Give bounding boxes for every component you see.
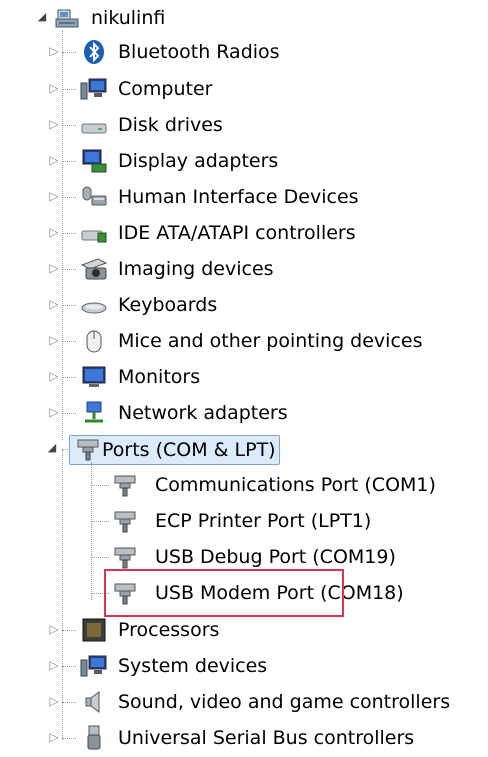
expand-arrow-icon[interactable]: ▷ — [47, 658, 61, 672]
port-icon — [111, 471, 139, 499]
ide-controller-icon — [80, 219, 108, 247]
ports-label: Ports (COM & LPT) — [102, 439, 276, 461]
tree-item-bluetooth[interactable]: ▷ Bluetooth Radios — [0, 34, 488, 70]
expand-arrow-icon[interactable]: ▷ — [47, 153, 61, 167]
tree-item-mice[interactable]: ▷ Mice and other pointing devices — [0, 323, 488, 359]
expand-arrow-icon[interactable]: ▷ — [47, 261, 61, 275]
expand-arrow-icon[interactable]: ▷ — [47, 297, 61, 311]
tree-item-hid[interactable]: ▷ Human Interface Devices — [0, 179, 488, 215]
expand-arrow-icon[interactable]: ▷ — [47, 405, 61, 419]
port-icon — [111, 507, 139, 535]
tree-item-usb-controllers[interactable]: ▷ Universal Serial Bus controllers — [0, 720, 488, 756]
highlight-box — [104, 569, 344, 617]
expand-arrow-icon[interactable]: ▷ — [47, 369, 61, 383]
expand-arrow-icon[interactable]: ▷ — [47, 44, 61, 58]
computer-icon — [53, 4, 81, 32]
tree-root[interactable]: ◢ nikulinfi — [0, 0, 488, 36]
mouse-icon — [80, 327, 108, 355]
expand-arrow-icon[interactable]: ▷ — [47, 117, 61, 131]
tree-item-com1[interactable]: Communications Port (COM1) — [0, 467, 488, 503]
monitor-icon — [80, 363, 108, 391]
tree-item-display-adapters[interactable]: ▷ Display adapters — [0, 143, 488, 179]
disk-drive-icon — [80, 111, 108, 139]
tree-item-monitors[interactable]: ▷ Monitors — [0, 359, 488, 395]
system-device-icon — [80, 652, 108, 680]
expand-arrow-icon[interactable]: ▷ — [47, 81, 61, 95]
camera-icon — [80, 255, 108, 283]
collapse-arrow-icon[interactable]: ◢ — [35, 10, 49, 24]
tree-item-keyboards[interactable]: ▷ Keyboards — [0, 287, 488, 323]
tree-item-computer[interactable]: ▷ Computer — [0, 71, 488, 107]
device-tree: ◢ nikulinfi ▷ Bluetooth Radios ▷ Compute… — [0, 0, 488, 753]
tree-item-processors[interactable]: ▷ Processors — [0, 612, 488, 648]
network-icon — [80, 399, 108, 427]
expand-arrow-icon[interactable]: ▷ — [47, 694, 61, 708]
computer-icon — [80, 75, 108, 103]
tree-item-ports[interactable]: ◢ Ports (COM & LPT) — [0, 431, 488, 467]
port-icon — [111, 543, 139, 571]
expand-arrow-icon[interactable]: ▷ — [47, 622, 61, 636]
expand-arrow-icon[interactable]: ▷ — [47, 333, 61, 347]
tree-item-lpt1[interactable]: ECP Printer Port (LPT1) — [0, 503, 488, 539]
tree-item-system-devices[interactable]: ▷ System devices — [0, 648, 488, 684]
tree-item-disk-drives[interactable]: ▷ Disk drives — [0, 107, 488, 143]
processor-icon — [80, 616, 108, 644]
tree-item-imaging[interactable]: ▷ Imaging devices — [0, 251, 488, 287]
tree-item-ide[interactable]: ▷ IDE ATA/ATAPI controllers — [0, 215, 488, 251]
tree-item-network[interactable]: ▷ Network adapters — [0, 395, 488, 431]
port-icon — [74, 435, 102, 463]
display-adapter-icon — [80, 147, 108, 175]
tree-item-sound[interactable]: ▷ Sound, video and game controllers — [0, 684, 488, 720]
hid-icon — [80, 183, 108, 211]
expand-arrow-icon[interactable]: ▷ — [47, 225, 61, 239]
expand-arrow-icon[interactable]: ▷ — [47, 730, 61, 744]
keyboard-icon — [80, 291, 108, 319]
speaker-icon — [80, 688, 108, 716]
tree-root-label: nikulinfi — [91, 7, 166, 29]
bluetooth-icon — [80, 38, 108, 66]
collapse-arrow-icon[interactable]: ◢ — [45, 441, 59, 455]
expand-arrow-icon[interactable]: ▷ — [47, 189, 61, 203]
usb-icon — [80, 724, 108, 752]
